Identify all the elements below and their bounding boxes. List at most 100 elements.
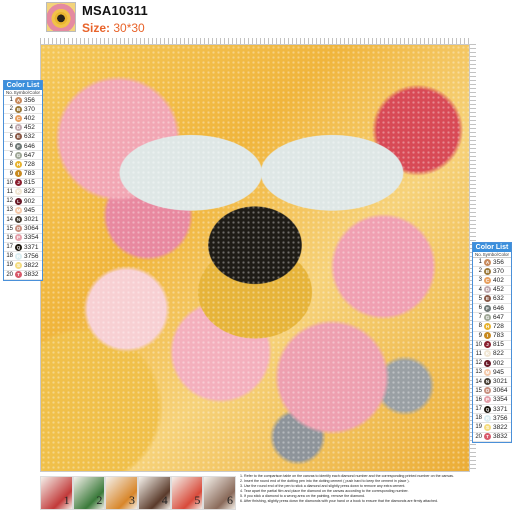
color-list-rows: 1 A 356 2 B 370 3 C 402 4 D 452 5 E 632 6 F 646 7 G 647 8 H 728… [4,96,42,280]
color-swatch-symbol: H [15,160,22,168]
color-list-row: 2 B 370 [473,267,511,277]
color-number: 4 [9,124,13,131]
color-number: 16 [6,234,13,241]
color-swatch-symbol: O [484,387,491,395]
color-swatch-symbol: I [15,170,22,178]
color-list-row: 1 A 356 [473,258,511,268]
color-swatch-symbol: G [484,313,491,321]
color-code: 647 [493,313,504,321]
color-code: 783 [24,170,35,178]
step-number: 4 [161,493,168,507]
step-number: 5 [194,493,201,507]
color-list-title: Color List [473,243,511,252]
color-number: 6 [478,305,482,312]
color-list-row: 14 N 3021 [4,215,42,225]
color-code: 902 [24,197,35,205]
color-number: 1 [9,97,13,104]
color-code: 3822 [493,423,508,431]
color-number: 2 [478,268,482,275]
color-code: 815 [493,341,504,349]
color-number: 20 [475,433,482,440]
color-list-row: 7 G 647 [473,313,511,323]
color-code: 3064 [493,387,508,395]
product-thumbnail[interactable] [46,2,76,32]
color-swatch-symbol: M [15,206,22,214]
color-list-row: 5 E 632 [4,133,42,142]
color-list-row: 11 K 822 [4,188,42,198]
step-image: 2 [72,476,106,510]
color-list-row: 3 C 402 [4,114,42,124]
color-swatch-symbol: F [484,304,491,312]
color-swatch-symbol: F [15,142,22,150]
color-code: 945 [24,206,35,214]
color-swatch-symbol: C [484,276,491,284]
color-number: 19 [6,262,13,269]
color-swatch-symbol: R [484,414,491,422]
size-line: Size: 30*30 [82,21,145,35]
color-list-row: 6 F 646 [473,304,511,314]
color-swatch-symbol: K [484,350,491,358]
model-number: MSA10311 [82,3,148,18]
color-code: 3021 [493,378,508,386]
color-code: 356 [493,258,504,266]
color-swatch-symbol: N [484,378,491,386]
col-symbol: Symbol [13,90,29,95]
color-code: 3354 [493,396,508,404]
color-code: 3021 [24,216,39,224]
color-number: 10 [475,341,482,348]
color-swatch-symbol: P [15,234,22,242]
color-number: 8 [478,323,482,330]
col-symbol: Symbol [482,252,498,257]
color-code: 3832 [24,271,39,279]
color-number: 12 [475,360,482,367]
size-value: 30*30 [113,21,145,35]
color-swatch-symbol: D [15,124,22,132]
color-list-row: 12 L 902 [473,359,511,369]
color-list-row: 6 F 646 [4,142,42,152]
color-number: 17 [475,406,482,413]
step-image: 6 [203,476,237,510]
step-number: 6 [227,493,234,507]
color-list-row: 10 J 815 [4,179,42,188]
instruction-line: 6. After finishing, slightly press down … [240,499,438,504]
color-list-row: 19 S 3822 [4,261,42,271]
size-label: Size: [82,21,111,35]
color-list-title: Color List [4,81,42,90]
color-swatch-symbol: A [15,96,22,104]
color-number: 4 [478,286,482,293]
color-code: 3354 [24,234,39,242]
color-code: 402 [24,114,35,122]
color-code: 3371 [24,243,39,251]
col-no: No. [6,90,14,95]
color-list-row: 16 P 3354 [4,234,42,243]
color-number: 10 [6,179,13,186]
color-code: 646 [493,304,504,312]
color-number: 1 [478,259,482,266]
color-swatch-symbol: N [15,216,22,224]
color-number: 11 [6,188,13,195]
color-swatch-symbol: T [15,271,22,279]
color-code: 783 [493,332,504,340]
color-swatch-symbol: R [15,252,22,260]
color-code: 632 [24,133,35,141]
color-code: 402 [493,276,504,284]
color-list-row: 19 S 3822 [473,423,511,433]
color-number: 16 [475,396,482,403]
color-list-row: 4 D 452 [4,124,42,133]
col-color: Color [498,252,509,257]
color-number: 3 [9,115,13,122]
color-code: 3756 [493,414,508,422]
color-swatch-symbol: Q [484,405,491,413]
color-number: 15 [475,387,482,394]
color-swatch-symbol: P [484,396,491,404]
color-code: 647 [24,151,35,159]
color-list-row: 17 Q 3371 [473,405,511,415]
color-code: 356 [24,96,35,104]
color-number: 14 [475,378,482,385]
color-swatch-symbol: E [484,295,491,303]
color-list-row: 8 H 728 [4,160,42,170]
color-swatch-symbol: O [15,225,22,233]
color-list-row: 1 A 356 [4,96,42,106]
color-list-row: 16 P 3354 [473,396,511,405]
color-number: 13 [475,369,482,376]
